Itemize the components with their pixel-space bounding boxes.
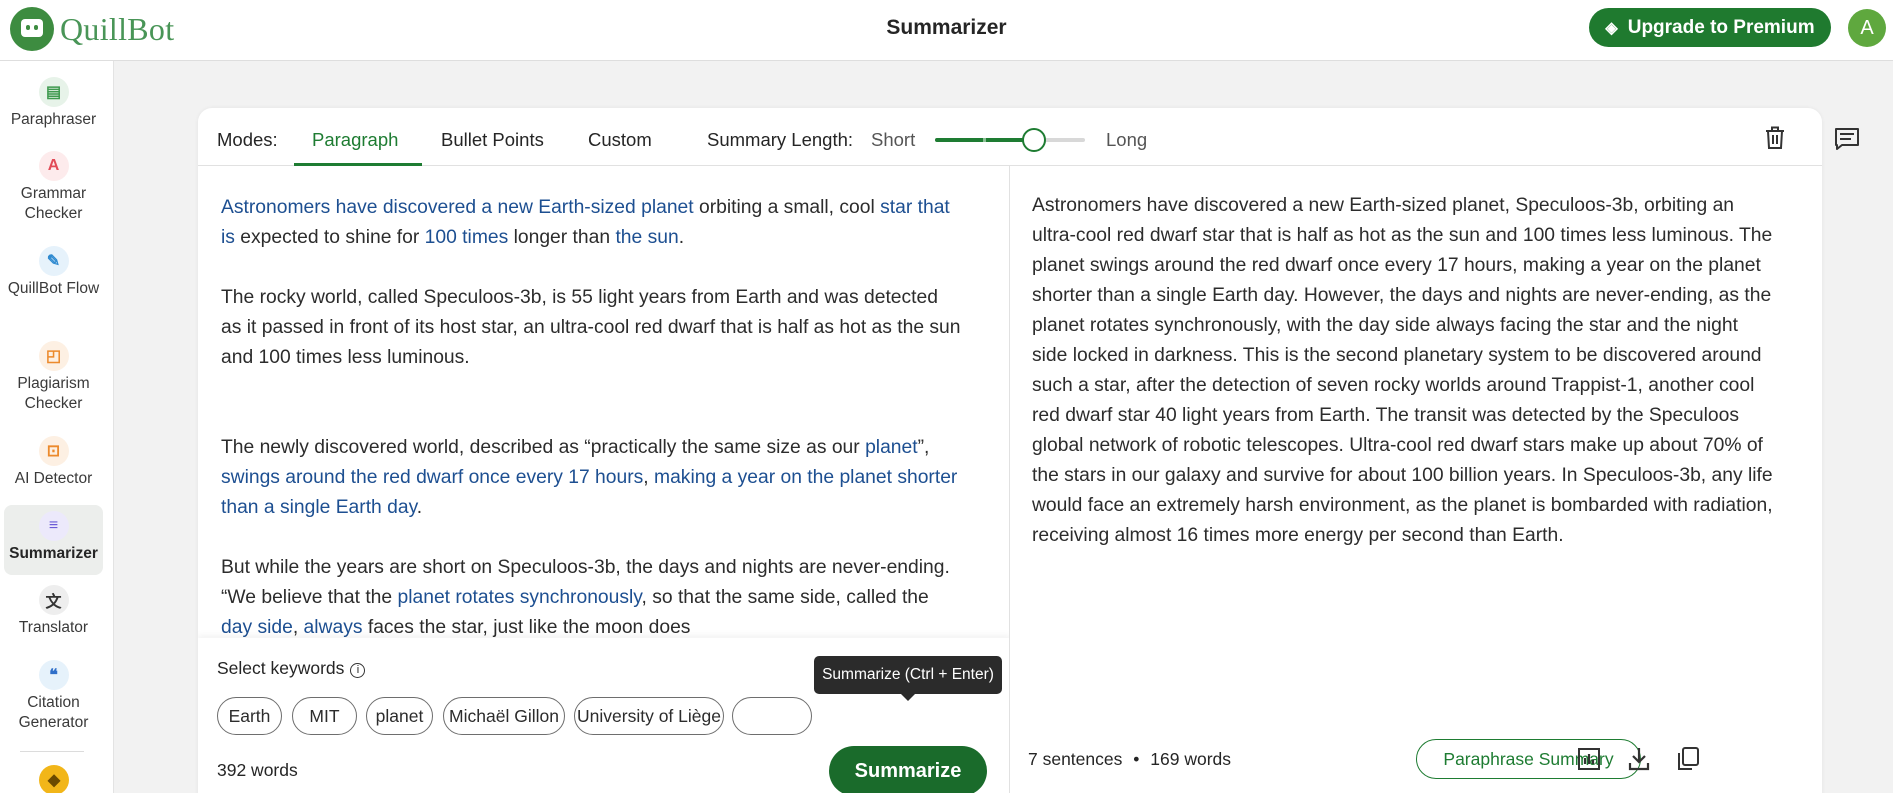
tab-paragraph[interactable]: Paragraph (312, 129, 398, 151)
sidebar-item-label: Plagiarism Checker (17, 375, 90, 412)
sidebar-item-label: Paraphraser (10, 111, 97, 128)
keyword-chip[interactable]: Michaël Gillon (443, 697, 565, 735)
upgrade-premium-button[interactable]: ◈ Upgrade to Premium (1589, 8, 1831, 47)
input-paragraph: The rocky world, called Speculoos-3b, is… (221, 283, 961, 373)
input-paragraph: Astronomers have discovered a new Earth-… (221, 193, 961, 253)
sidebar-item-summarizer[interactable]: ≡ Summarizer (4, 505, 103, 575)
text-run: faces the star, just like the moon does (362, 617, 691, 638)
output-stats: 7 sentences • 169 words (1028, 749, 1231, 770)
text-run: expected to shine for (234, 227, 425, 248)
keyword-chip[interactable]: MIT (292, 697, 357, 735)
highlighted-key-sentence: planet rotates synchronously (397, 587, 642, 608)
highlighted-key-sentence: planet (865, 437, 918, 458)
paraphrase-summary-button[interactable]: Paraphrase Summary (1416, 739, 1641, 779)
select-keywords-label: Select keywords (217, 658, 345, 678)
text-run: . (678, 227, 685, 248)
tab-custom[interactable]: Custom (588, 129, 652, 151)
sidebar-item-label: Translator (18, 619, 89, 636)
input-pane[interactable]: Astronomers have discovered a new Earth-… (198, 166, 1010, 793)
highlighted-key-sentence: the sun (615, 227, 679, 248)
diamond-icon: ◈ (1605, 19, 1618, 37)
sidebar-item-citation-generator[interactable]: ❝ Citation Generator (4, 660, 103, 746)
stats-separator: • (1133, 749, 1140, 769)
sidebar-item-quillbot-flow[interactable]: ✎ QuillBot Flow (4, 246, 103, 332)
translator-icon: 文 (38, 585, 69, 615)
summarizer-icon: ≡ (38, 511, 69, 541)
quillbot-robot-icon (10, 7, 54, 51)
highlighted-key-sentence: day side (221, 617, 293, 638)
keywords-header[interactable]: Select keywords i (217, 658, 366, 679)
text-run: orbiting a small, cool (693, 197, 881, 218)
sidebar-item-label: QuillBot Flow (7, 280, 100, 297)
summary-length-label: Summary Length: (707, 129, 854, 150)
tab-bullet-points[interactable]: Bullet Points (441, 129, 544, 151)
sidebar-item-label: AI Detector (14, 470, 93, 487)
keyword-chip[interactable]: planet (366, 697, 433, 735)
keyword-chip[interactable]: Earth (217, 697, 282, 735)
summary-length-long-label: Long (1106, 129, 1148, 150)
sidebar: ▤ Paraphraser A Grammar Checker ✎ QuillB… (0, 61, 114, 793)
highlighted-key-sentence: always (303, 617, 363, 638)
sidebar-divider (20, 751, 84, 752)
keywords-panel: Select keywords i Earth MIT planet Michaë… (198, 638, 1009, 793)
slider-tick (983, 138, 986, 142)
plagiarism-checker-icon: ◰ (38, 341, 69, 371)
summarize-button[interactable]: Summarize (829, 746, 987, 793)
text-run: longer than (508, 227, 616, 248)
highlighted-key-sentence: swings around the red dwarf once every 1… (221, 467, 644, 488)
keyword-chip[interactable]: University of Liège (574, 697, 724, 735)
download-icon[interactable] (1627, 746, 1651, 772)
output-pane: Astronomers have discovered a new Earth-… (1011, 166, 1822, 793)
input-paragraph: The newly discovered world, described as… (221, 433, 961, 523)
input-paragraph: But while the years are short on Speculo… (221, 553, 961, 643)
sidebar-item-grammar-checker[interactable]: A Grammar Checker (4, 151, 103, 237)
summary-length-short-label: Short (871, 129, 916, 150)
text-run: , (292, 617, 304, 638)
paraphraser-icon: ▤ (38, 77, 69, 107)
sidebar-item-label: Summarizer (9, 545, 98, 562)
info-icon[interactable]: i (350, 662, 366, 678)
summary-length-slider[interactable] (935, 128, 1085, 152)
input-text-area[interactable]: Astronomers have discovered a new Earth-… (221, 193, 961, 673)
highlighted-key-sentence: Astronomers have discovered a new Earth-… (221, 197, 694, 218)
feedback-comment-icon[interactable] (1834, 127, 1860, 151)
upgrade-label: Upgrade to Premium (1627, 16, 1815, 38)
top-bar: QuillBot Summarizer ◈ Upgrade to Premium… (0, 0, 1893, 61)
text-run: The rocky world, called Speculoos-3b, is… (221, 287, 961, 368)
text-run: The newly discovered world, described as… (221, 437, 866, 458)
slider-handle[interactable] (1022, 128, 1046, 152)
modes-label: Modes: (217, 129, 278, 150)
highlighted-key-sentence: 100 times (424, 227, 509, 248)
premium-diamond-icon[interactable]: ◆ (39, 765, 69, 793)
sidebar-item-label: Grammar Checker (20, 185, 87, 222)
logo-text: QuillBot (60, 10, 175, 47)
trash-icon[interactable] (1764, 126, 1786, 150)
text-run: , (643, 467, 655, 488)
output-word-count: 169 words (1150, 749, 1232, 769)
copy-icon[interactable] (1676, 746, 1700, 772)
sidebar-item-translator[interactable]: 文 Translator (4, 585, 103, 651)
sidebar-item-plagiarism-checker[interactable]: ◰ Plagiarism Checker (4, 341, 103, 427)
grammar-checker-icon: A (38, 151, 69, 181)
avatar[interactable]: A (1848, 9, 1886, 47)
ai-detector-icon: ⊡ (38, 436, 69, 466)
summarizer-card: Modes: Paragraph Bullet Points Custom Su… (198, 108, 1822, 793)
quote-icon: ❝ (38, 660, 69, 690)
sidebar-item-paraphraser[interactable]: ▤ Paraphraser (4, 77, 103, 143)
text-run: . (416, 497, 423, 518)
input-word-count: 392 words (217, 760, 298, 780)
keyword-chip[interactable] (732, 697, 812, 735)
summary-output-text[interactable]: Astronomers have discovered a new Earth-… (1032, 191, 1777, 551)
text-run: ”, (917, 437, 930, 458)
quillbot-logo[interactable]: QuillBot (10, 7, 174, 51)
statistics-icon[interactable] (1577, 746, 1601, 772)
sidebar-item-label: Citation Generator (18, 694, 89, 731)
text-run: , so that the same side, called the (641, 587, 929, 608)
mode-toolbar: Modes: Paragraph Bullet Points Custom Su… (198, 108, 1822, 166)
quillbot-flow-icon: ✎ (38, 246, 69, 276)
sentence-count: 7 sentences (1028, 749, 1123, 769)
sidebar-item-ai-detector[interactable]: ⊡ AI Detector (4, 436, 103, 502)
summarize-tooltip: Summarize (Ctrl + Enter) (814, 656, 1002, 701)
